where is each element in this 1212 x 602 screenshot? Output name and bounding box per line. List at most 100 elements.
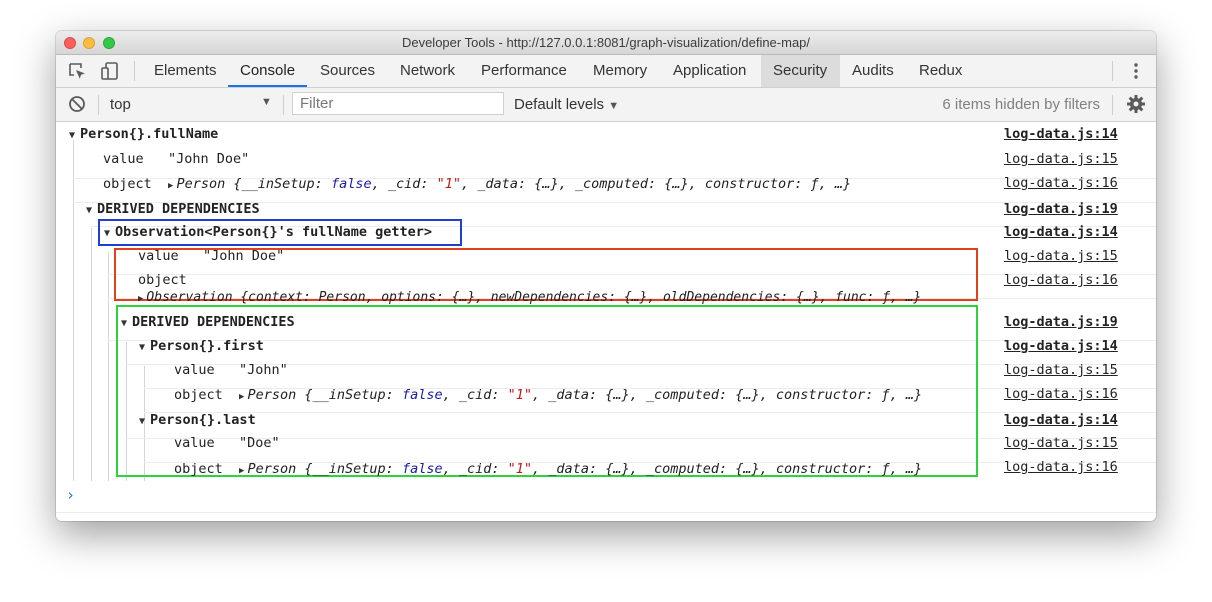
console-group-header[interactable]: ▼ Person{}.fullName — [69, 126, 218, 142]
preview-key: _cid: — [458, 387, 500, 403]
tab-audits[interactable]: Audits — [840, 55, 906, 87]
console-prompt[interactable]: › — [66, 486, 75, 504]
source-link[interactable]: log-data.js:16 — [1004, 386, 1118, 402]
tab-memory[interactable]: Memory — [581, 55, 659, 87]
preview-comma: , — [442, 461, 451, 477]
source-link[interactable]: log-data.js:16 — [1004, 459, 1118, 475]
tab-security[interactable]: Security — [761, 55, 840, 87]
source-link[interactable]: log-data.js:14 — [1004, 126, 1118, 142]
source-link[interactable]: log-data.js:14 — [1004, 338, 1118, 354]
group-label: Person{}.last — [150, 412, 256, 428]
object-class: Person — [247, 461, 297, 477]
console-group-header[interactable]: ▼ Person{}.first — [139, 338, 264, 354]
console-group-header[interactable]: ▼ DERIVED DEPENDENCIES — [121, 314, 295, 330]
collapse-triangle-icon[interactable]: ▼ — [139, 416, 145, 427]
preview-string: "1" — [436, 176, 462, 192]
devtools-window: Developer Tools - http://127.0.0.1:8081/… — [56, 31, 1156, 521]
preview-comma: , — [371, 176, 380, 192]
expand-triangle-icon[interactable]: ▶ — [138, 294, 143, 304]
filter-input[interactable] — [292, 92, 504, 115]
collapse-triangle-icon[interactable]: ▼ — [69, 130, 75, 141]
device-toolbar-icon[interactable] — [100, 61, 120, 81]
dropdown-arrow-icon[interactable]: ▼ — [261, 96, 272, 108]
log-object-row: object ▶ Person {__inSetup: false, _cid: … — [174, 387, 922, 403]
collapse-triangle-icon[interactable]: ▼ — [139, 342, 145, 353]
settings-gear-icon[interactable] — [1126, 94, 1146, 114]
log-key: object — [174, 387, 223, 403]
clear-console-icon[interactable] — [68, 95, 86, 113]
object-preview[interactable]: ▶ Observation {context: Person, options: … — [138, 290, 921, 305]
source-link[interactable]: log-data.js:15 — [1004, 435, 1118, 451]
source-link[interactable]: log-data.js:15 — [1004, 151, 1118, 167]
log-key: value — [174, 362, 215, 378]
object-preview[interactable]: ▶ Person {__inSetup: false, _cid: "1", _d… — [239, 387, 922, 403]
log-key: value — [103, 151, 144, 167]
preview-comma: , — [442, 387, 451, 403]
hidden-items-message: 6 items hidden by filters — [942, 96, 1100, 113]
console-group-header[interactable]: ▼ Observation<Person{}'s fullName getter> — [104, 224, 432, 240]
source-link[interactable]: log-data.js:14 — [1004, 412, 1118, 428]
log-levels-label: Default levels — [514, 96, 605, 113]
object-preview[interactable]: ▶ Person {__inSetup: false, _cid: "1", _d… — [239, 461, 922, 477]
group-label: Person{}.fullName — [80, 126, 219, 142]
tab-application[interactable]: Application — [661, 55, 758, 87]
preview-brace: { — [304, 387, 313, 403]
log-object-row: object ▶ Person {__inSetup: false, _cid: … — [174, 461, 922, 477]
window-title: Developer Tools - http://127.0.0.1:8081/… — [401, 35, 811, 50]
tab-console[interactable]: Console — [228, 55, 308, 87]
preview-bool: false — [401, 461, 443, 477]
console-group-header[interactable]: ▼ DERIVED DEPENDENCIES — [86, 201, 260, 217]
context-selector[interactable]: top — [110, 96, 131, 113]
group-guide — [73, 140, 74, 481]
collapse-triangle-icon[interactable]: ▼ — [86, 205, 92, 216]
source-link[interactable]: log-data.js:16 — [1004, 175, 1118, 191]
expand-triangle-icon[interactable]: ▶ — [239, 466, 244, 476]
filter-divider-3 — [1112, 95, 1113, 115]
expand-triangle-icon[interactable]: ▶ — [239, 392, 244, 402]
group-label: DERIVED DEPENDENCIES — [97, 201, 260, 217]
preview-bool: false — [330, 176, 372, 192]
preview-string: "1" — [507, 387, 533, 403]
observation-preview: Observation {context: Person, options: {… — [146, 290, 922, 305]
preview-rest: , _data: {…}, _computed: {…}, constructo… — [532, 387, 923, 403]
source-link[interactable]: log-data.js:16 — [1004, 272, 1118, 288]
expand-triangle-icon[interactable]: ▶ — [168, 181, 173, 191]
title-bar: Developer Tools - http://127.0.0.1:8081/… — [56, 31, 1156, 55]
toolbar-divider-right — [1112, 61, 1113, 81]
tab-redux[interactable]: Redux — [907, 55, 974, 87]
log-value-row: value "John Doe" — [138, 248, 284, 264]
source-link[interactable]: log-data.js:14 — [1004, 224, 1118, 240]
console-group-header[interactable]: ▼ Person{}.last — [139, 412, 256, 428]
collapse-triangle-icon[interactable]: ▼ — [104, 228, 110, 239]
source-link[interactable]: log-data.js:15 — [1004, 362, 1118, 378]
source-link[interactable]: log-data.js:15 — [1004, 248, 1118, 264]
preview-brace: { — [233, 176, 242, 192]
source-link[interactable]: log-data.js:19 — [1004, 201, 1118, 217]
log-key: value — [174, 435, 215, 451]
preview-key: _cid: — [458, 461, 500, 477]
log-value: "John" — [239, 362, 288, 378]
console-messages[interactable]: ▼ Person{}.fullName log-data.js:14 value … — [56, 122, 1156, 521]
log-levels-dropdown[interactable]: Default levels ▼ — [514, 96, 619, 113]
toolbar-divider — [134, 61, 135, 81]
group-guide — [108, 252, 109, 481]
log-value-row: value "John" — [174, 362, 288, 378]
log-key: value — [138, 248, 179, 264]
tab-sources[interactable]: Sources — [308, 55, 387, 87]
preview-key: __inSetup: — [312, 387, 394, 403]
tab-performance[interactable]: Performance — [469, 55, 579, 87]
object-class: Person — [247, 387, 297, 403]
filter-divider — [98, 95, 99, 115]
chevron-down-icon: ▼ — [608, 100, 620, 112]
tab-network[interactable]: Network — [388, 55, 467, 87]
log-value-row: value "Doe" — [174, 435, 280, 451]
source-link[interactable]: log-data.js:19 — [1004, 314, 1118, 330]
preview-rest: , _data: {…}, _computed: {…}, constructo… — [461, 176, 852, 192]
inspect-element-icon[interactable] — [67, 61, 87, 81]
collapse-triangle-icon[interactable]: ▼ — [121, 318, 127, 329]
object-preview[interactable]: ▶ Person {__inSetup: false, _cid: "1", _d… — [168, 176, 851, 192]
tab-elements[interactable]: Elements — [142, 55, 229, 87]
console-filter-bar: top ▼ Default levels ▼ 6 items hidden by… — [56, 88, 1156, 122]
group-guide — [91, 228, 92, 481]
kebab-menu-icon[interactable] — [1130, 61, 1142, 81]
